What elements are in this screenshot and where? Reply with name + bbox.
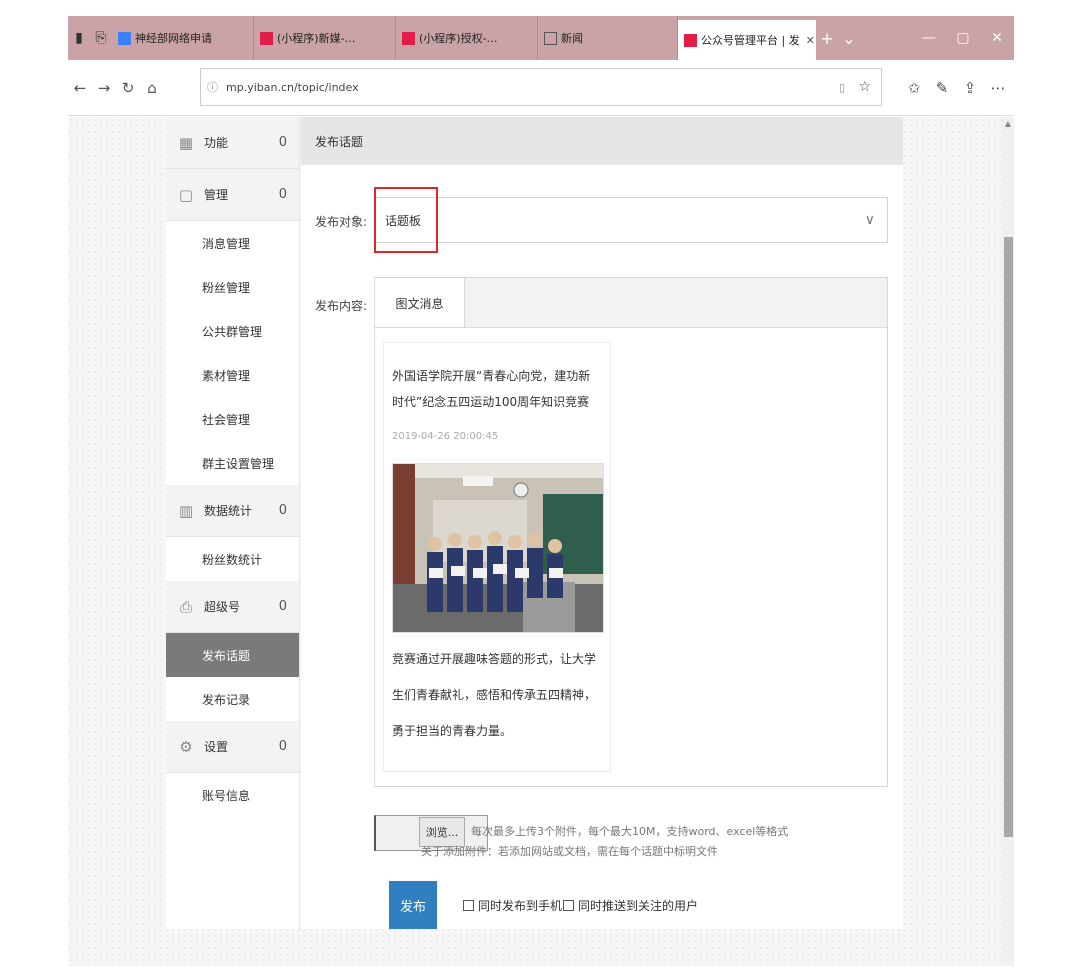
count-badge: 0 — [278, 503, 287, 518]
favorites-icon[interactable]: ✩ — [900, 79, 928, 97]
window-controls: — ▢ ✕ — [912, 30, 1014, 46]
chevron-down-icon: ∨ — [864, 212, 875, 228]
article-description: 竞赛通过开展趣味答题的形式，让大学生们青春献礼，感悟和传承五四精神，勇于担当的青… — [392, 652, 597, 738]
content-label: 发布内容: — [315, 299, 368, 313]
close-window-button[interactable]: ✕ — [980, 30, 1014, 46]
forward-icon[interactable]: → — [92, 79, 116, 97]
tab-favicon — [118, 31, 131, 45]
sidebar-section-features[interactable]: ▦ 功能 0 — [166, 117, 299, 169]
article-title: 外国语学院开展“青春心向党，建功新时代”纪念五四运动100周年知识竞赛 — [392, 369, 591, 409]
count-badge: 0 — [278, 739, 287, 754]
sidebar-item-messages[interactable]: 消息管理 — [166, 221, 299, 265]
attachment-note-2: 关于添加附件：若添加网站或文档，需在每个话题中标明文件 — [421, 845, 718, 858]
article-card[interactable]: 外国语学院开展“青春心向党，建功新时代”纪念五四运动100周年知识竞赛 2019… — [383, 342, 611, 772]
scrollbar[interactable]: ▲ — [1002, 117, 1014, 966]
count-badge: 0 — [278, 599, 287, 614]
toolbar-icons: ✩ ✎ ⇪ ⋯ — [900, 60, 1012, 116]
tab-rich-message[interactable]: 图文消息 — [375, 278, 465, 328]
favorite-star-icon[interactable]: ☆ — [858, 79, 871, 95]
more-icon[interactable]: ⋯ — [984, 79, 1012, 97]
home-icon[interactable]: ⌂ — [140, 79, 164, 97]
sidebar-item-fans[interactable]: 粉丝管理 — [166, 265, 299, 309]
url-bar[interactable]: ⓘ mp.yiban.cn/topic/index ▯ ☆ — [200, 68, 882, 106]
article-date: 2019-04-26 20:00:45 — [392, 431, 499, 442]
maximize-button[interactable]: ▢ — [946, 30, 980, 46]
sidebar-section-manage[interactable]: ▢ 管理 0 — [166, 169, 299, 221]
publish-button[interactable]: 发布 — [389, 881, 437, 929]
tab-active[interactable]: 公众号管理平台 | 发 ✕ — [678, 20, 816, 60]
tab-2[interactable]: (小程序)授权-… — [396, 16, 538, 60]
close-tab-icon[interactable]: ✕ — [806, 34, 815, 47]
new-tab-button[interactable]: + — [816, 29, 838, 48]
chart-icon: ▥ — [178, 501, 194, 520]
url-text: mp.yiban.cn/topic/index — [226, 80, 359, 94]
push-followers-checkbox[interactable]: 同时推送到关注的用户 — [563, 897, 698, 914]
sidebar: ▦ 功能 0 ▢ 管理 0 消息管理 粉丝管理 公共群管理 素材管理 社会管理 … — [166, 117, 300, 929]
count-badge: 0 — [278, 187, 287, 202]
address-bar-row: ← → ↻ ⌂ ⓘ mp.yiban.cn/topic/index ▯ ☆ ✩ … — [68, 60, 1014, 116]
reading-view-icon[interactable]: ▯ — [839, 81, 845, 94]
article-photo — [392, 463, 604, 633]
back-icon[interactable]: ← — [68, 79, 92, 97]
refresh-icon[interactable]: ↻ — [116, 79, 140, 97]
tab-favicon — [684, 33, 697, 47]
content-tabs: 图文消息 — [374, 277, 888, 328]
attachment-note: 每次最多上传3个附件，每个最大10M，支持word、excel等格式 — [471, 825, 789, 838]
tab-1[interactable]: (小程序)新媒-… — [254, 16, 396, 60]
print-icon: ⎙ — [179, 597, 192, 616]
sidebar-item-group-owner[interactable]: 群主设置管理 — [166, 441, 299, 485]
highlight-box — [374, 187, 438, 253]
minimize-button[interactable]: — — [912, 30, 946, 46]
sidebar-section-stats[interactable]: ▥ 数据统计 0 — [166, 485, 299, 537]
info-icon: ⓘ — [207, 81, 218, 94]
history-icon[interactable]: ⎘ — [90, 16, 112, 60]
count-badge: 0 — [278, 135, 287, 150]
group-photo-image — [393, 464, 603, 632]
checkbox-box[interactable] — [463, 900, 474, 911]
page-title: 发布话题 — [301, 117, 903, 165]
gear-icon: ⚙ — [179, 737, 193, 756]
tab-favicon — [402, 31, 415, 45]
scrollbar-thumb[interactable] — [1004, 237, 1013, 837]
target-select[interactable]: 话题板 ∨ — [374, 197, 888, 243]
tab-list-chevron-icon[interactable]: ⌄ — [838, 29, 860, 48]
grid-icon: ▦ — [178, 133, 194, 152]
doc-icon: ▢ — [178, 185, 194, 204]
sync-mobile-checkbox[interactable]: 同时发布到手机 — [463, 897, 562, 914]
sidebar-item-publish-history[interactable]: 发布记录 — [166, 677, 299, 721]
main-panel: 发布话题 发布对象: 话题板 ∨ 发布内容: 图文消息 外国语学院开展“青春心向… — [301, 117, 903, 929]
tab-bar: ▮ ⎘ 神经部网络申请 (小程序)新媒-… (小程序)授权-… 新闻 公众号管理… — [68, 16, 1014, 60]
sidebar-item-fan-stats[interactable]: 粉丝数统计 — [166, 537, 299, 581]
tab-favicon — [260, 31, 273, 45]
target-label: 发布对象: — [315, 215, 368, 229]
sidebar-item-society[interactable]: 社会管理 — [166, 397, 299, 441]
tab-0[interactable]: 神经部网络申请 — [112, 16, 254, 60]
tab-3[interactable]: 新闻 — [538, 16, 678, 60]
checkbox-box[interactable] — [563, 900, 574, 911]
sidebar-section-settings[interactable]: ⚙ 设置 0 — [166, 721, 299, 773]
sidebar-item-groups[interactable]: 公共群管理 — [166, 309, 299, 353]
page-icon[interactable]: ▮ — [68, 16, 90, 60]
document-icon — [544, 31, 557, 45]
sidebar-item-account[interactable]: 账号信息 — [166, 773, 299, 817]
browser-window: ▮ ⎘ 神经部网络申请 (小程序)新媒-… (小程序)授权-… 新闻 公众号管理… — [68, 16, 1014, 966]
content-area: 外国语学院开展“青春心向党，建功新时代”纪念五四运动100周年知识竞赛 2019… — [374, 327, 888, 787]
sidebar-section-super[interactable]: ⎙ 超级号 0 — [166, 581, 299, 633]
share-icon[interactable]: ⇪ — [956, 79, 984, 97]
pen-icon[interactable]: ✎ — [928, 79, 956, 97]
sidebar-item-materials[interactable]: 素材管理 — [166, 353, 299, 397]
sidebar-item-publish-topic[interactable]: 发布话题 — [166, 633, 299, 677]
scroll-up-icon[interactable]: ▲ — [1002, 119, 1014, 128]
